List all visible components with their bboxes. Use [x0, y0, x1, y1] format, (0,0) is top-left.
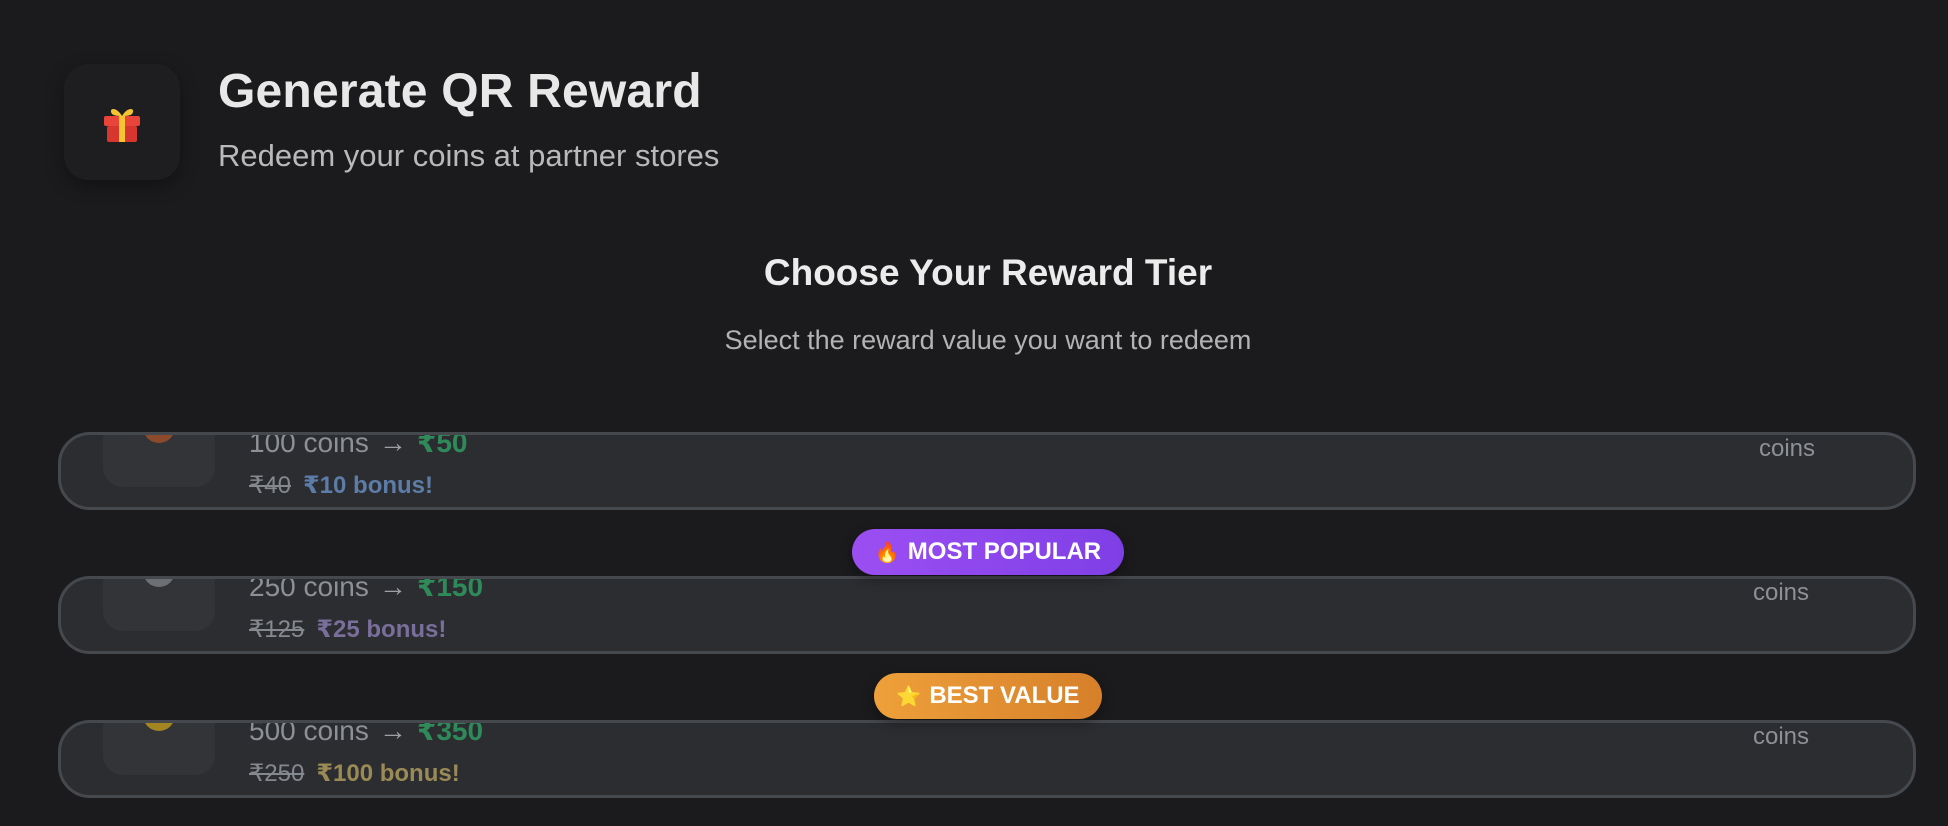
- tier-card-250[interactable]: 250 coins → ₹150 ₹125 ₹25 bonus! coins: [58, 576, 1916, 654]
- tier-sub-line: ₹40 ₹10 bonus!: [249, 471, 433, 500]
- badge-label: BEST VALUE: [929, 682, 1080, 709]
- arrow-icon: →: [378, 720, 407, 746]
- tier-coins-label: 500 coins: [249, 720, 369, 746]
- tier-main-line: 100 coins → ₹50: [249, 432, 468, 459]
- section-subtitle: Select the reward value you want to rede…: [724, 325, 1252, 355]
- page-title: Generate QR Reward: [218, 65, 702, 118]
- tier-icon-box: [103, 723, 215, 775]
- most-popular-badge: 🔥 MOST POPULAR: [852, 529, 1124, 575]
- tier-coins-label: 100 coins: [249, 432, 369, 458]
- badge-label: MOST POPULAR: [907, 538, 1102, 565]
- gift-icon: [104, 109, 140, 142]
- bronze-coin-icon: [143, 435, 175, 443]
- fire-icon: 🔥: [874, 541, 900, 564]
- tier-reward-value: ₹50: [416, 432, 468, 458]
- gold-coin-icon: [143, 723, 175, 731]
- best-value-badge: ⭐ BEST VALUE: [874, 673, 1102, 719]
- tier-right-label: coins: [1752, 723, 1809, 750]
- arrow-icon: →: [378, 576, 407, 602]
- tier-old-value: ₹250: [249, 760, 305, 787]
- tier-card-100[interactable]: 100 coins → ₹50 ₹40 ₹10 bonus! coins: [58, 432, 1916, 510]
- tier-icon-box: [103, 435, 215, 487]
- tier-bonus: ₹10 bonus!: [302, 472, 434, 499]
- tier-card-500[interactable]: 500 coins → ₹350 ₹250 ₹100 bonus! coins: [58, 720, 1916, 798]
- tier-sub-line: ₹250 ₹100 bonus!: [249, 759, 460, 788]
- tier-old-value: ₹40: [249, 472, 291, 499]
- reward-panel: Generate QR Reward Redeem your coins at …: [0, 0, 1948, 826]
- silver-coin-icon: [143, 579, 175, 587]
- tier-bonus: ₹25 bonus!: [316, 616, 447, 643]
- tier-main-line: 500 coins → ₹350: [249, 720, 484, 747]
- star-icon: ⭐: [896, 685, 922, 708]
- section-title: Choose Your Reward Tier: [763, 252, 1213, 293]
- tier-coins-label: 250 coins: [249, 576, 369, 602]
- tier-right-label: coins: [1758, 435, 1815, 462]
- tier-sub-line: ₹125 ₹25 bonus!: [249, 615, 446, 644]
- tier-bonus: ₹100 bonus!: [316, 760, 460, 787]
- tier-reward-value: ₹350: [416, 720, 484, 746]
- arrow-icon: →: [378, 432, 407, 458]
- header-icon-box: [64, 64, 180, 180]
- tier-icon-box: [103, 579, 215, 631]
- tier-right-label: coins: [1752, 579, 1809, 606]
- tier-main-line: 250 coins → ₹150: [249, 576, 484, 603]
- tier-old-value: ₹125: [249, 616, 305, 643]
- page-subtitle: Redeem your coins at partner stores: [218, 138, 720, 173]
- tier-reward-value: ₹150: [416, 576, 484, 602]
